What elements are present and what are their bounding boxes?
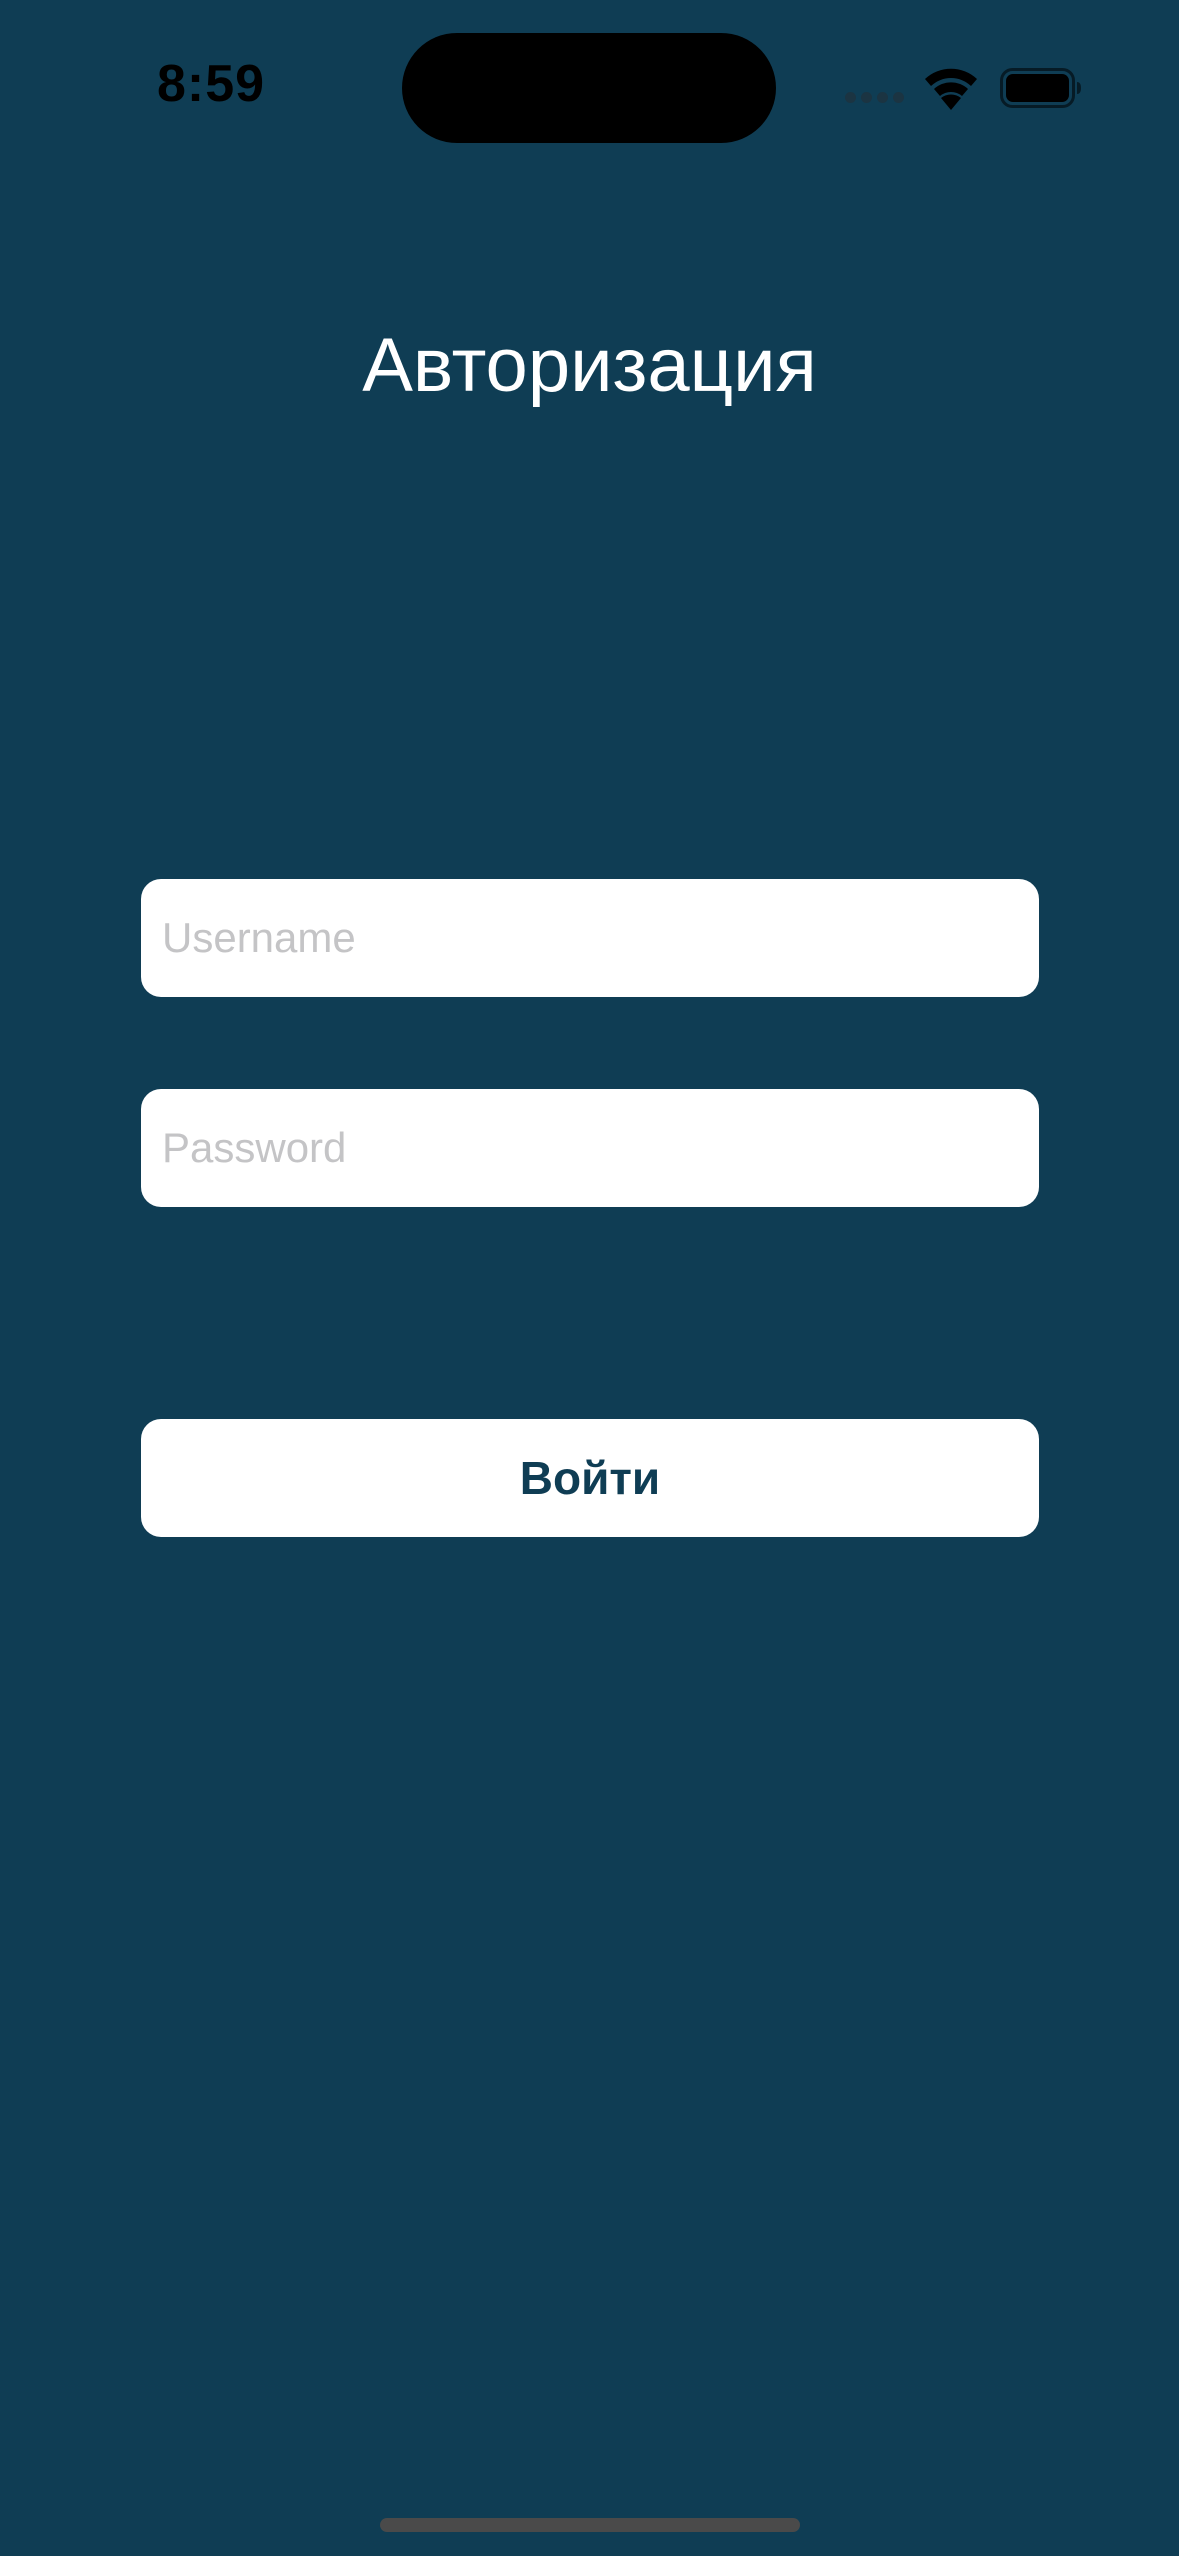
password-input[interactable] bbox=[141, 1089, 1039, 1207]
home-indicator[interactable] bbox=[380, 2518, 800, 2532]
username-input[interactable] bbox=[141, 879, 1039, 997]
status-time: 8:59 bbox=[157, 55, 266, 113]
wifi-icon bbox=[925, 68, 977, 110]
dynamic-island bbox=[402, 33, 776, 143]
status-bar: 8:59 bbox=[0, 0, 1179, 180]
battery-icon bbox=[1000, 68, 1081, 108]
page-title: Авторизация bbox=[362, 323, 817, 408]
signal-icon bbox=[845, 92, 905, 106]
login-button[interactable]: Войти bbox=[141, 1419, 1039, 1537]
